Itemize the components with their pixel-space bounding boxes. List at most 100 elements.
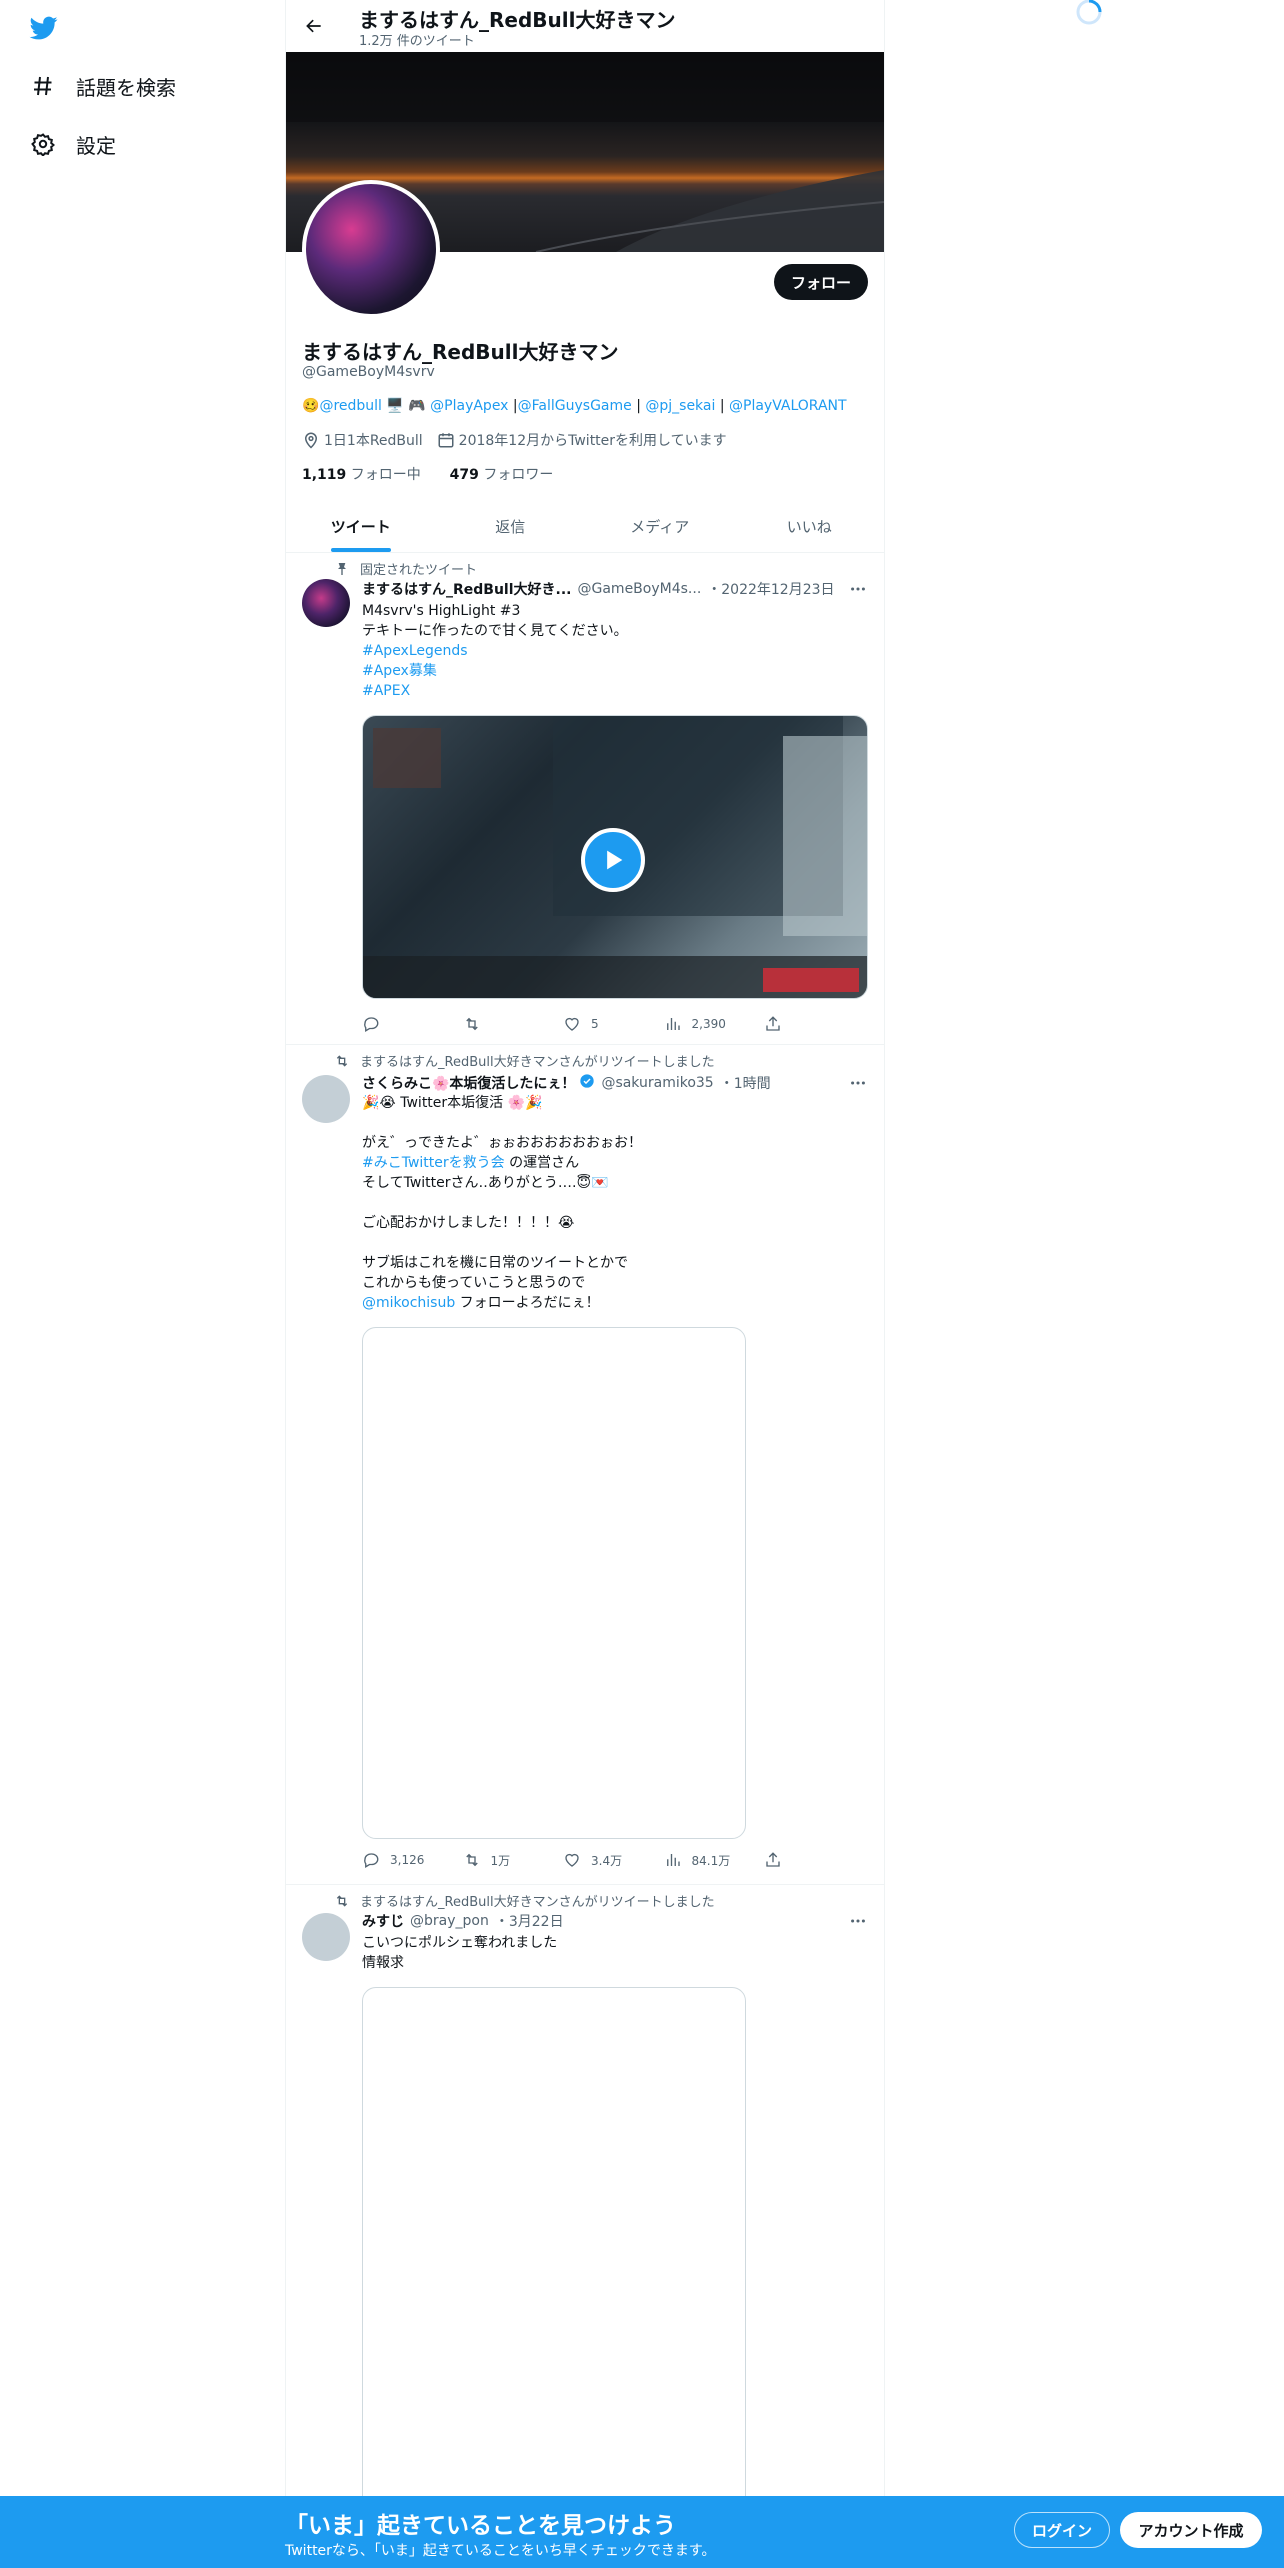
signup-button[interactable]: アカウント作成 — [1120, 2512, 1262, 2548]
profile-tabs: ツイート 返信 メディア いいね — [286, 500, 884, 553]
back-arrow-icon[interactable] — [298, 10, 330, 42]
tweet-header: みすじ @bray_pon ・3月22日 — [362, 1911, 564, 1931]
views-button[interactable]: 84.1万 — [664, 1851, 750, 1869]
reply-button[interactable]: 3,126 — [362, 1851, 448, 1869]
like-button[interactable]: 5 — [563, 1015, 649, 1033]
followers-link[interactable]: 479 フォロワー — [450, 467, 554, 483]
retweet-icon — [465, 1017, 478, 1031]
tweet-video[interactable] — [362, 715, 868, 999]
nav-settings-label: 設定 — [76, 133, 116, 158]
tweet-author-handle[interactable]: @sakuramiko35 — [601, 1075, 713, 1091]
tweet-retweet-miko[interactable]: まするはすん_RedBull大好きマンさんがリツイートしました さくらみこ🌸本垢… — [286, 1045, 884, 1885]
tweet-author-name[interactable]: まするはすん_RedBull大好き... — [362, 579, 572, 599]
retweet-button[interactable] — [463, 1015, 549, 1033]
signup-bottom-bar: 「いま」起きていることを見つけよう Twitterなら、「いま」起きていることを… — [0, 2496, 1284, 2568]
tweet-count: 1.2万 件のツイート — [359, 34, 475, 49]
tweet-context: 固定されたツイート — [334, 559, 477, 578]
share-button[interactable] — [764, 1015, 792, 1033]
nav-explore-label: 話題を検索 — [76, 75, 176, 100]
tweet-context: まするはすん_RedBull大好きマンさんがリツイートしました — [334, 1891, 715, 1910]
tweet-actions: 5 2,390 — [362, 1015, 792, 1033]
share-button[interactable] — [764, 1851, 792, 1869]
twitter-logo-icon[interactable] — [28, 14, 60, 42]
more-options-icon[interactable] — [848, 1911, 868, 1931]
bottom-bar-title: 「いま」起きていることを見つけよう — [285, 2513, 676, 2539]
hashtag-icon — [28, 71, 58, 101]
mention-link[interactable]: @mikochisub — [362, 1295, 455, 1311]
bio-link-pjsekai[interactable]: @pj_sekai — [645, 398, 715, 414]
calendar-icon — [437, 431, 455, 449]
hashtag-link[interactable]: #ApexLegends — [362, 641, 872, 661]
tweet-author-handle[interactable]: @bray_pon — [410, 1913, 489, 1929]
follow-button[interactable]: フォロー — [774, 264, 868, 300]
profile-name: まするはすん_RedBull大好きマン — [302, 340, 619, 364]
retweet-button[interactable]: 1万 — [463, 1851, 549, 1869]
heart-icon — [565, 1017, 579, 1031]
tweet-text: M4svrv's HighLight #3 テキトーに作ったので甘く見てください… — [362, 601, 872, 701]
tweet-header: さくらみこ🌸本垢復活したにぇ！ @sakuramiko35 ・1時間 — [362, 1073, 771, 1093]
hashtag-link[interactable]: #APEX — [362, 681, 872, 701]
bottom-bar-subtitle: Twitterなら、「いま」起きていることをいち早くチェックできます。 — [285, 2543, 716, 2559]
tweet-date[interactable]: ・2022年12月23日 — [707, 579, 834, 599]
tweet-author-handle[interactable]: @GameBoyM4s... — [578, 581, 702, 597]
tweet-author-name[interactable]: さくらみこ🌸本垢復活したにぇ！ — [362, 1073, 575, 1093]
verified-badge-icon — [579, 1073, 595, 1093]
nav-explore[interactable]: 話題を検索 — [28, 66, 176, 106]
location-icon — [302, 431, 320, 449]
profile-avatar[interactable] — [302, 180, 440, 318]
hashtag-link[interactable]: #みこTwitterを救う会 — [362, 1155, 505, 1171]
bio-separator: | — [508, 398, 518, 414]
tweet-header: まするはすん_RedBull大好き... @GameBoyM4s... ・202… — [362, 579, 835, 599]
login-button[interactable]: ログイン — [1014, 2512, 1110, 2548]
profile-bio: 🥴@redbull 🖥️ 🎮 @PlayApex |@FallGuysGame … — [302, 398, 847, 414]
views-button[interactable]: 2,390 — [664, 1015, 750, 1033]
bio-separator: | — [631, 398, 646, 414]
tab-media[interactable]: メディア — [585, 500, 735, 552]
like-button[interactable]: 3.4万 — [563, 1851, 649, 1869]
profile-column: まするはすん_RedBull大好きマン 1.2万 件のツイート フォロー まする… — [285, 0, 885, 2568]
profile-location: 1日1本RedBull — [324, 433, 423, 449]
nav-settings[interactable]: 設定 — [28, 124, 116, 164]
bio-link-playapex[interactable]: @PlayApex — [430, 398, 508, 414]
more-options-icon[interactable] — [848, 1073, 868, 1093]
reply-button[interactable] — [362, 1015, 448, 1033]
tweet-avatar[interactable] — [302, 1075, 350, 1123]
tweet-text: 🎉😭 Twitter本垢復活 🌸🎉 がえ゛っできたよ゛ぉぉおおおおおおぉお！ #… — [362, 1095, 642, 1311]
tweet-avatar[interactable] — [302, 579, 350, 627]
retweet-icon — [334, 1893, 350, 1909]
share-icon — [766, 1016, 780, 1031]
profile-joined: 2018年12月からTwitterを利用しています — [458, 433, 727, 449]
tab-likes[interactable]: いいね — [735, 500, 885, 552]
bio-separator: | — [715, 398, 730, 414]
profile-header: まするはすん_RedBull大好きマン 1.2万 件のツイート — [286, 0, 884, 52]
profile-stats: 1,119 フォロー中 479 フォロワー — [302, 464, 553, 484]
profile-meta: 1日1本RedBull 2018年12月からTwitterを利用しています — [302, 430, 727, 450]
tab-replies[interactable]: 返信 — [436, 500, 586, 552]
bio-link-redbull[interactable]: @redbull — [319, 398, 382, 414]
tweet-date[interactable]: ・1時間 — [720, 1073, 771, 1093]
retweet-icon — [334, 1053, 350, 1069]
tweet-date[interactable]: ・3月22日 — [495, 1911, 564, 1931]
tweet-author-name[interactable]: みすじ — [362, 1911, 404, 1931]
views-icon — [666, 1854, 680, 1866]
hashtag-link[interactable]: #Apex募集 — [362, 661, 872, 681]
share-icon — [766, 1852, 780, 1867]
more-options-icon[interactable] — [848, 579, 868, 599]
following-link[interactable]: 1,119 フォロー中 — [302, 467, 421, 483]
tweet-avatar[interactable] — [302, 1913, 350, 1961]
tweet-media-placeholder[interactable] — [362, 1987, 746, 2517]
bio-emoji: 🥴 — [302, 398, 320, 414]
reply-icon — [364, 1853, 379, 1868]
tweet-media-placeholder[interactable] — [362, 1327, 746, 1839]
tweet-context: まするはすん_RedBull大好きマンさんがリツイートしました — [334, 1051, 715, 1070]
tweet-pinned[interactable]: 固定されたツイート まするはすん_RedBull大好き... @GameBoyM… — [286, 553, 884, 1045]
tweet-retweet-misuji[interactable]: まするはすん_RedBull大好きマンさんがリツイートしました みすじ @bra… — [286, 1885, 884, 2517]
tab-tweets[interactable]: ツイート — [286, 500, 436, 552]
bio-link-valorant[interactable]: @PlayVALORANT — [729, 398, 847, 414]
bio-emoji: 🖥️ 🎮 — [381, 398, 431, 414]
tweet-actions: 3,126 1万 3.4万 84.1万 — [362, 1851, 792, 1869]
header-title: まするはすん_RedBull大好きマン — [359, 8, 676, 32]
play-icon[interactable] — [581, 828, 645, 892]
retweet-icon — [465, 1853, 478, 1867]
bio-link-fallguys[interactable]: @FallGuysGame — [518, 398, 632, 414]
